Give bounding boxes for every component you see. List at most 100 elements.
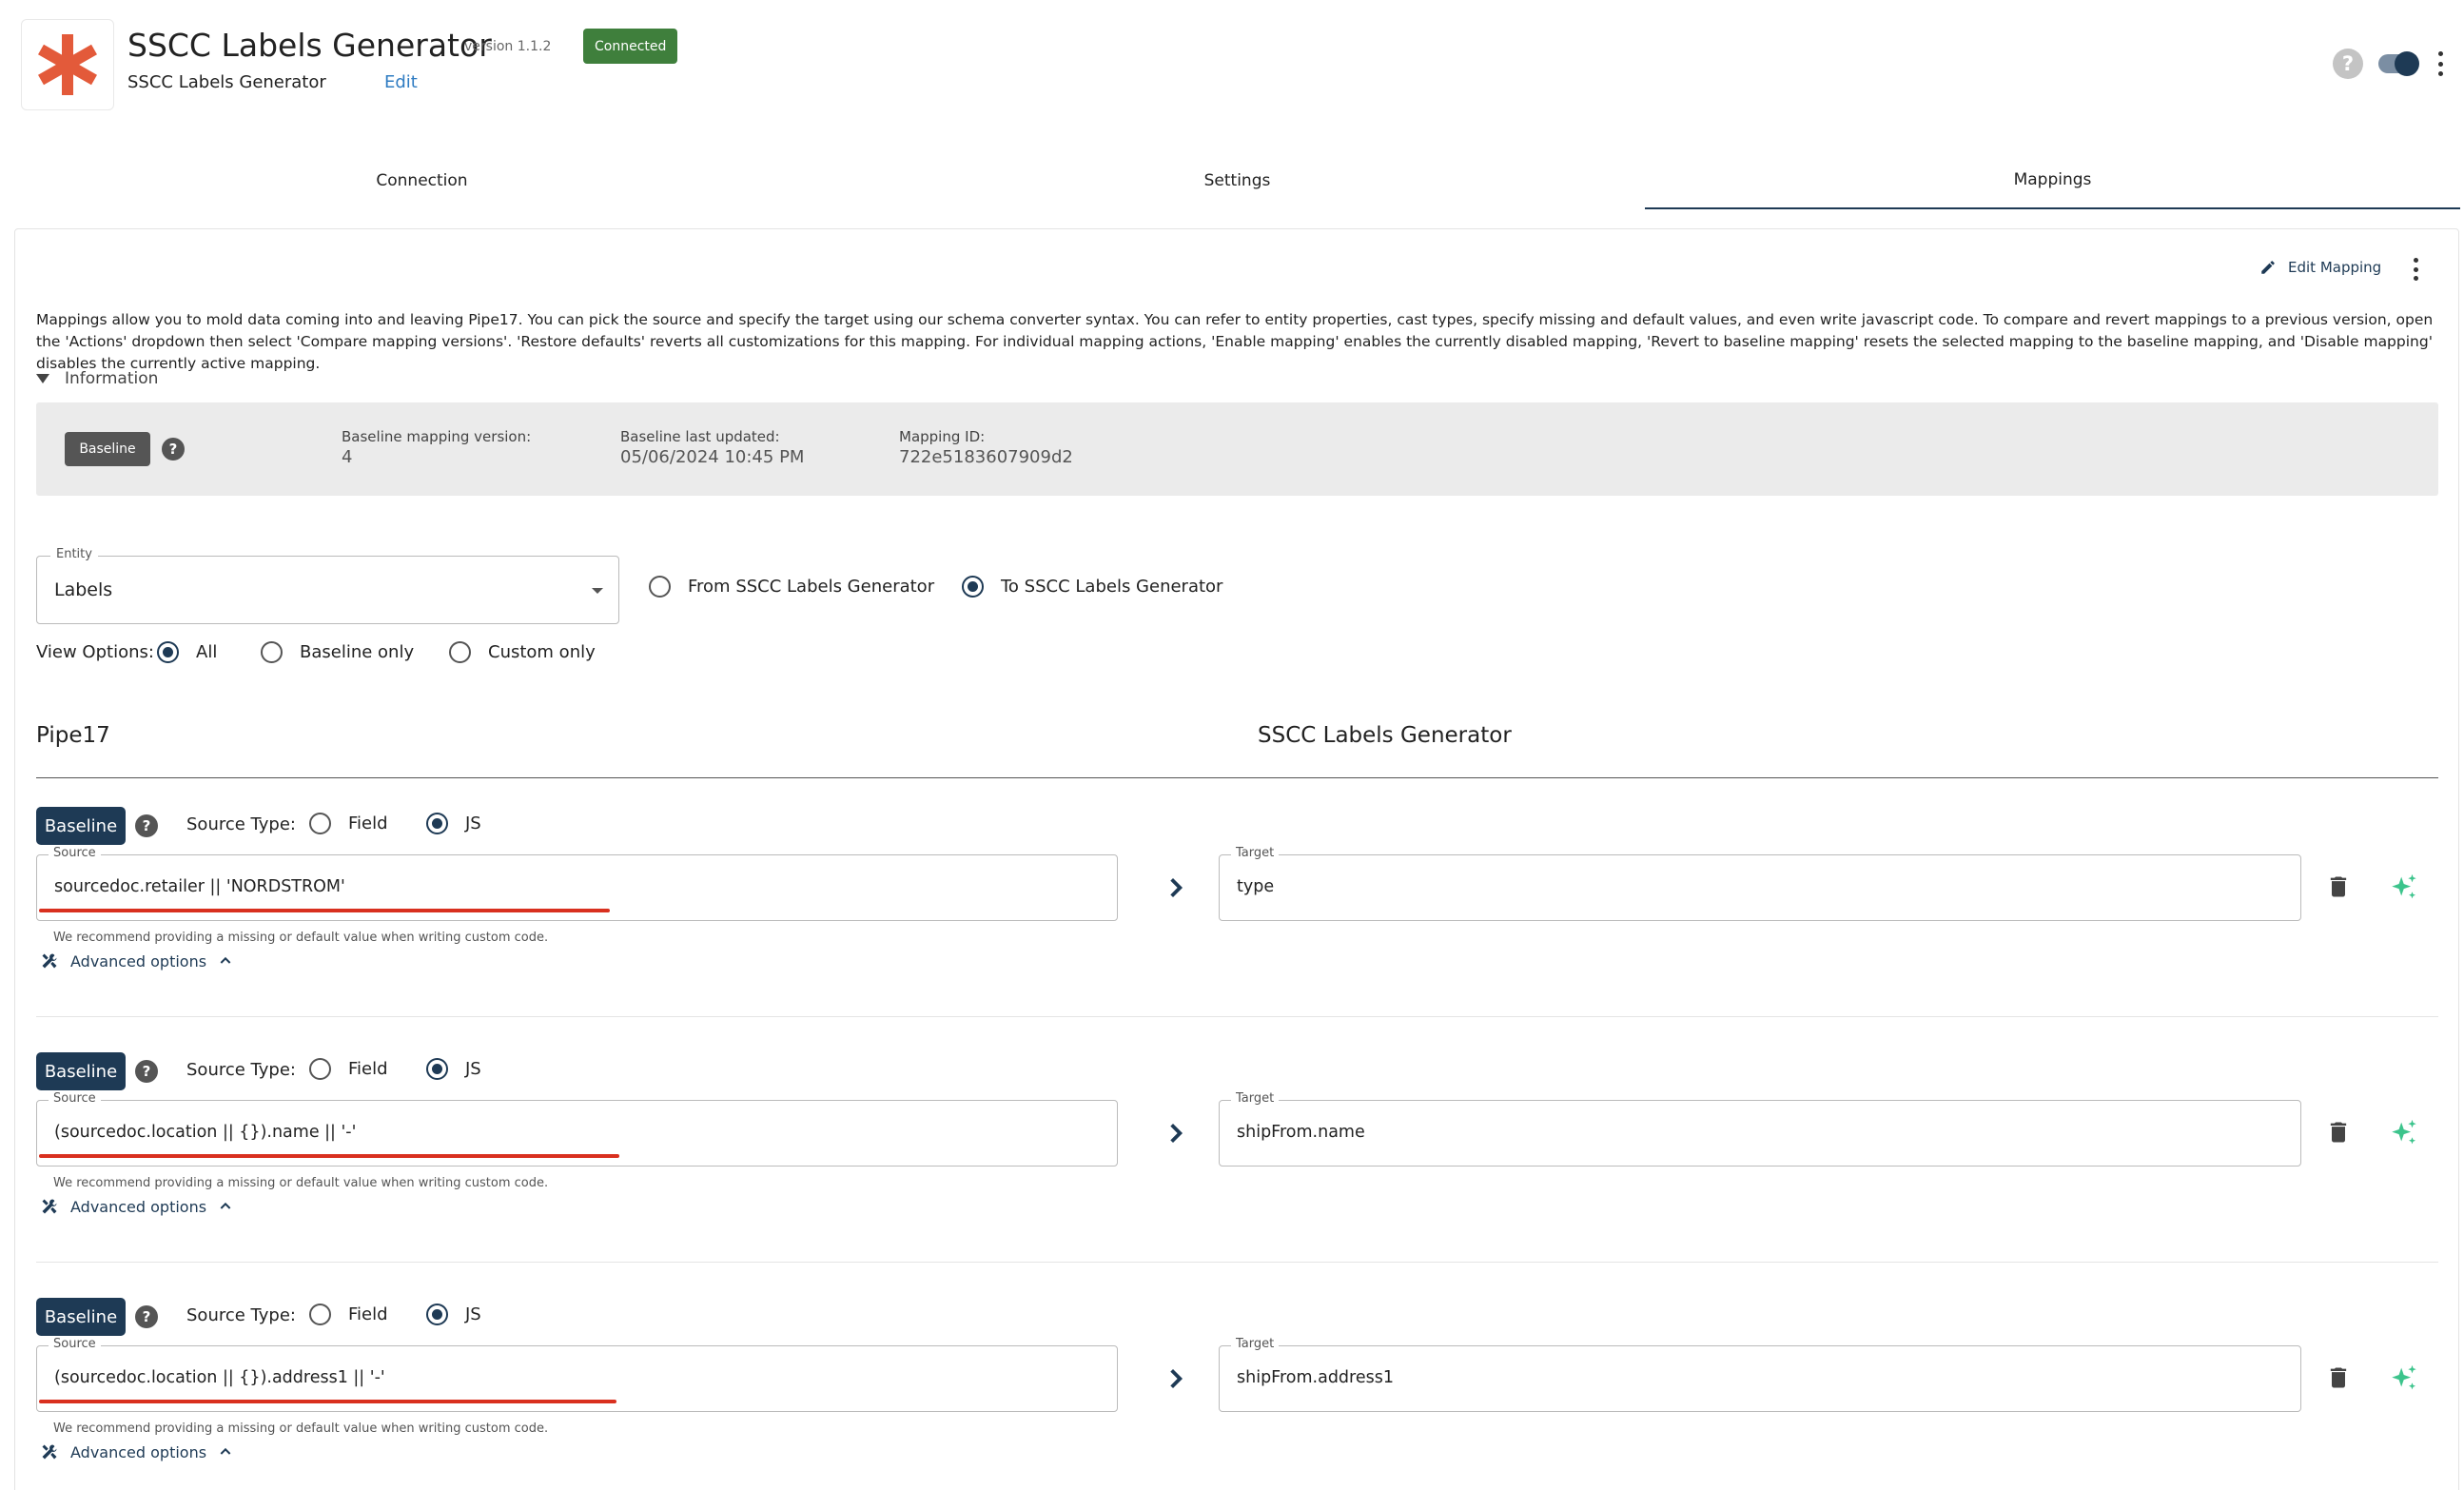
direction-to-label: To SSCC Labels Generator (1001, 577, 1223, 597)
help-icon[interactable]: ? (135, 814, 158, 837)
target-value: shipFrom.name (1237, 1123, 1365, 1142)
tools-icon (42, 953, 57, 969)
tab-settings[interactable]: Settings (830, 152, 1645, 209)
advanced-options-toggle[interactable]: Advanced options (40, 951, 233, 970)
entity-value: Labels (54, 579, 113, 600)
target-input[interactable]: Target type (1219, 846, 2301, 921)
target-label: Target (1231, 846, 1280, 860)
chevron-right-icon[interactable] (1164, 1366, 1188, 1391)
baseline-badge: Baseline (65, 432, 150, 466)
source-type-field-radio[interactable]: Field (309, 813, 388, 834)
tools-icon (42, 1199, 57, 1214)
js-label: JS (465, 814, 481, 833)
source-value: (sourcedoc.location || {}).name || '-' (54, 1123, 357, 1142)
js-label: JS (465, 1304, 481, 1324)
app-logo (21, 19, 114, 110)
caret-down-icon (36, 374, 49, 383)
source-hint: We recommend providing a missing or defa… (53, 1421, 549, 1436)
radio-unchecked-icon (309, 1058, 331, 1080)
trash-icon[interactable] (2325, 873, 2352, 900)
source-type-label: Source Type: (186, 1060, 296, 1080)
mapping-id-info: Mapping ID: 722e5183607909d2 (899, 428, 1073, 467)
baseline-badge: Baseline (36, 807, 126, 845)
spellcheck-underline (39, 1400, 616, 1403)
tab-mappings[interactable]: Mappings (1645, 152, 2460, 209)
mapping-row: Baseline ? Source Type: Field JS Source … (36, 797, 2438, 1043)
source-value: (sourcedoc.location || {}).address1 || '… (54, 1368, 385, 1387)
chevron-right-icon[interactable] (1164, 875, 1188, 900)
radio-unchecked-icon (309, 813, 331, 834)
field-label: Field (348, 1304, 388, 1324)
js-label: JS (465, 1059, 481, 1079)
baseline-version-info: Baseline mapping version: 4 (342, 428, 531, 467)
ai-sparkle-icon[interactable] (2388, 872, 2420, 904)
field-label: Field (348, 814, 388, 833)
entity-label: Entity (50, 547, 98, 561)
tools-icon (42, 1444, 57, 1460)
more-options-icon[interactable] (2435, 51, 2445, 76)
trash-icon[interactable] (2325, 1119, 2352, 1146)
target-input[interactable]: Target shipFrom.name (1219, 1091, 2301, 1167)
baseline-badge: Baseline (36, 1052, 126, 1090)
direction-to-radio[interactable]: To SSCC Labels Generator (962, 576, 1222, 598)
tab-connection[interactable]: Connection (14, 152, 830, 209)
chevron-up-icon (220, 1202, 231, 1209)
source-type-js-radio[interactable]: JS (426, 1058, 481, 1080)
view-all-radio[interactable]: All (157, 641, 217, 663)
direction-from-label: From SSCC Labels Generator (688, 577, 935, 597)
trash-icon[interactable] (2325, 1364, 2352, 1391)
baseline-version-label: Baseline mapping version: (342, 428, 532, 445)
connection-status-badge: Connected (583, 29, 678, 64)
advanced-options-label: Advanced options (70, 1442, 207, 1461)
dropdown-arrow-icon (592, 588, 603, 594)
information-toggle[interactable]: Information (36, 369, 158, 388)
source-type-field-radio[interactable]: Field (309, 1304, 388, 1325)
actions-menu-icon[interactable] (2411, 258, 2420, 281)
chevron-right-icon[interactable] (1164, 1121, 1188, 1146)
target-input[interactable]: Target shipFrom.address1 (1219, 1337, 2301, 1412)
edit-mapping-button[interactable]: Edit Mapping (2259, 259, 2381, 276)
radio-unchecked-icon (449, 641, 471, 663)
radio-checked-icon (426, 1058, 448, 1080)
source-column-heading: Pipe17 (36, 723, 110, 748)
edit-name-link[interactable]: Edit (384, 72, 418, 92)
source-label: Source (49, 1091, 101, 1106)
source-type-field-radio[interactable]: Field (309, 1058, 388, 1080)
chevron-up-icon (220, 1447, 231, 1455)
help-icon[interactable]: ? (135, 1305, 158, 1328)
target-column-heading: SSCC Labels Generator (1258, 723, 1512, 748)
entity-select[interactable]: Entity Labels (36, 547, 619, 624)
view-baseline-only-radio[interactable]: Baseline only (261, 641, 414, 663)
mappings-description: Mappings allow you to mold data coming i… (36, 311, 2434, 372)
spellcheck-underline (39, 909, 610, 912)
baseline-updated-value: 05/06/2024 10:45 PM (620, 447, 805, 467)
baseline-version-value: 4 (342, 447, 353, 467)
baseline-badge: Baseline (36, 1298, 126, 1336)
pencil-icon (2261, 261, 2275, 274)
ai-sparkle-icon[interactable] (2388, 1117, 2420, 1149)
chevron-up-icon (220, 956, 231, 964)
help-icon[interactable]: ? (162, 438, 185, 461)
enable-toggle[interactable] (2378, 51, 2419, 76)
view-custom-only-radio[interactable]: Custom only (449, 641, 596, 663)
source-type-label: Source Type: (186, 814, 296, 834)
radio-unchecked-icon (309, 1304, 331, 1325)
source-type-js-radio[interactable]: JS (426, 813, 481, 834)
baseline-updated-label: Baseline last updated: (620, 428, 780, 445)
help-icon[interactable]: ? (135, 1060, 158, 1083)
help-icon[interactable]: ? (2333, 49, 2363, 79)
column-divider (36, 777, 2438, 778)
mapping-id-label: Mapping ID: (899, 428, 986, 445)
target-label: Target (1231, 1091, 1280, 1106)
radio-checked-icon (426, 813, 448, 834)
view-custom-only-label: Custom only (488, 642, 596, 662)
row-separator (36, 1016, 2438, 1017)
ai-sparkle-icon[interactable] (2388, 1363, 2420, 1395)
source-label: Source (49, 1337, 101, 1351)
advanced-options-label: Advanced options (70, 1197, 207, 1216)
direction-from-radio[interactable]: From SSCC Labels Generator (649, 576, 934, 598)
source-type-js-radio[interactable]: JS (426, 1304, 481, 1325)
advanced-options-toggle[interactable]: Advanced options (40, 1197, 233, 1216)
view-all-label: All (196, 642, 218, 662)
advanced-options-toggle[interactable]: Advanced options (40, 1442, 233, 1461)
